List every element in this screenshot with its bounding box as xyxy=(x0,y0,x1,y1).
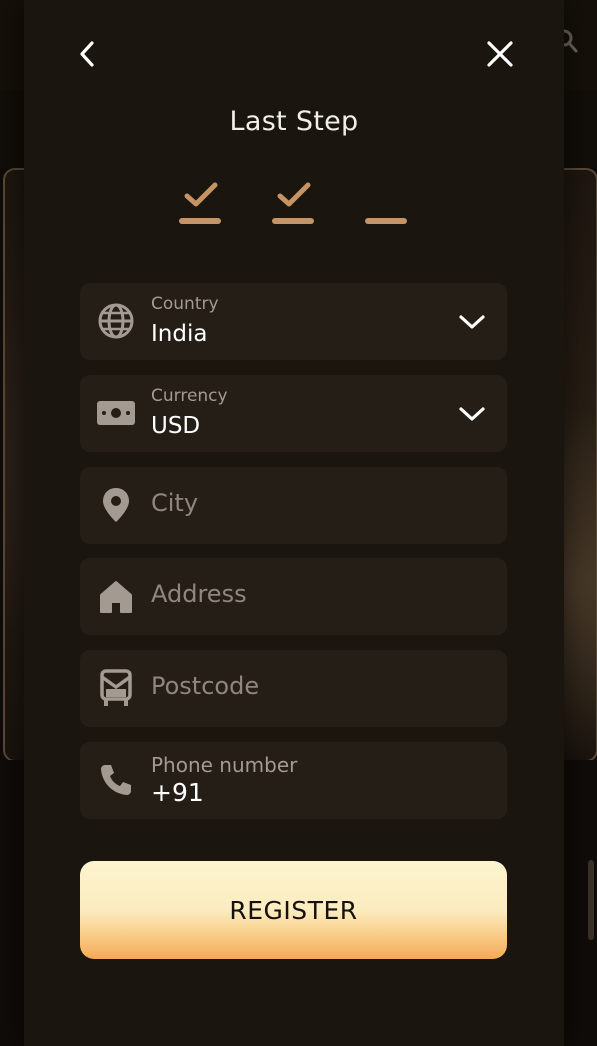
step-3-current xyxy=(365,176,409,228)
postcode-placeholder: Postcode xyxy=(151,672,260,700)
checkmark-icon xyxy=(277,182,311,207)
chevron-down-icon xyxy=(459,315,485,329)
globe-icon xyxy=(96,301,136,341)
step-indicator xyxy=(179,176,409,228)
currency-select[interactable]: Currency USD xyxy=(80,375,507,452)
postcode-field[interactable]: Postcode xyxy=(80,650,507,727)
phone-icon xyxy=(96,760,136,800)
address-placeholder: Address xyxy=(151,580,247,608)
step-1-complete xyxy=(179,176,223,228)
banknote-icon xyxy=(96,393,136,433)
location-pin-icon xyxy=(96,485,136,525)
close-icon xyxy=(487,41,513,67)
phone-field[interactable]: Phone number +91 xyxy=(80,742,507,819)
phone-label: Phone number xyxy=(151,753,298,777)
city-placeholder: City xyxy=(151,489,199,517)
background-scrollbar xyxy=(588,860,594,940)
home-icon xyxy=(96,576,136,616)
back-button[interactable] xyxy=(68,34,108,74)
close-button[interactable] xyxy=(480,34,520,74)
mailbox-icon xyxy=(96,668,136,708)
city-field[interactable]: City xyxy=(80,467,507,544)
modal-title: Last Step xyxy=(229,106,359,137)
step-1-bar xyxy=(179,218,221,224)
country-select[interactable]: Country India xyxy=(80,283,507,360)
step-2-bar xyxy=(272,218,314,224)
phone-value: +91 xyxy=(151,778,204,807)
step-2-complete xyxy=(272,176,316,228)
register-button[interactable]: REGISTER xyxy=(80,861,507,959)
country-value: India xyxy=(151,321,208,347)
chevron-down-icon xyxy=(459,407,485,421)
address-field[interactable]: Address xyxy=(80,558,507,635)
step-3-bar xyxy=(365,218,407,224)
registration-modal: Last Step Country India Currency USD Cit… xyxy=(24,0,564,1046)
checkmark-icon xyxy=(184,182,218,207)
country-label: Country xyxy=(151,294,219,314)
currency-label: Currency xyxy=(151,386,228,406)
register-label: REGISTER xyxy=(229,895,358,925)
currency-value: USD xyxy=(151,413,201,439)
chevron-left-icon xyxy=(80,41,94,67)
